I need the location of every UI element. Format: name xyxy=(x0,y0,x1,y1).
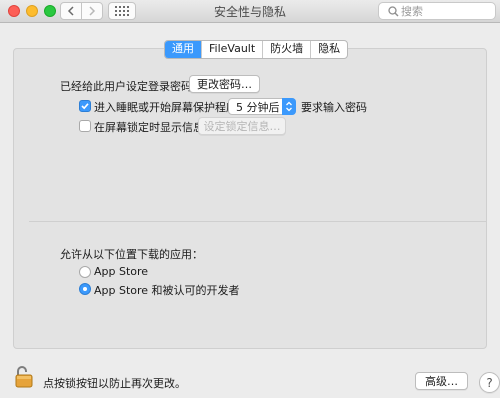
require-password-label: 进入睡眠或开始屏幕保护程序 xyxy=(94,101,237,114)
select-arrows-icon xyxy=(282,98,296,115)
password-delay-value: 5 分钟后 xyxy=(236,100,280,114)
section-divider xyxy=(29,221,487,222)
tab-firewall[interactable]: 防火墙 xyxy=(262,41,310,58)
advanced-button[interactable]: 高级… xyxy=(415,372,468,390)
show-message-label: 在屏幕锁定时显示信息 xyxy=(94,121,204,134)
set-lock-message-button[interactable]: 设定锁定信息… xyxy=(198,117,286,135)
help-button[interactable]: ? xyxy=(479,372,500,393)
search-placeholder: 搜索 xyxy=(401,5,423,18)
unlocked-padlock-icon xyxy=(15,366,33,388)
lock-button[interactable] xyxy=(14,366,34,391)
tab-privacy[interactable]: 隐私 xyxy=(310,41,347,58)
require-password-suffix: 要求输入密码 xyxy=(301,101,367,114)
radio-app-store[interactable] xyxy=(79,266,91,278)
tab-filevault[interactable]: FileVault xyxy=(201,41,262,58)
downloads-heading: 允许从以下位置下载的应用： xyxy=(60,248,203,261)
change-password-button[interactable]: 更改密码… xyxy=(189,75,260,93)
require-password-checkbox[interactable] xyxy=(79,100,91,112)
tab-general[interactable]: 通用 xyxy=(165,41,201,58)
radio-app-store-label: App Store xyxy=(94,265,149,278)
show-message-checkbox[interactable] xyxy=(79,120,91,132)
radio-app-store-identified[interactable] xyxy=(79,283,91,295)
radio-app-store-identified-label: App Store 和被认可的开发者 xyxy=(94,284,240,297)
password-set-label: 已经给此用户设定登录密码 xyxy=(60,80,192,93)
checkmark-icon xyxy=(81,103,89,110)
lock-message: 点按锁按钮以防止再次更改。 xyxy=(43,377,186,390)
password-delay-select[interactable]: 5 分钟后 xyxy=(228,98,296,115)
search-icon xyxy=(388,6,399,17)
search-field[interactable]: 搜索 xyxy=(378,2,496,20)
title-bar: 安全性与隐私 搜索 xyxy=(0,0,500,23)
tab-bar: 通用 FileVault 防火墙 隐私 xyxy=(164,40,349,59)
